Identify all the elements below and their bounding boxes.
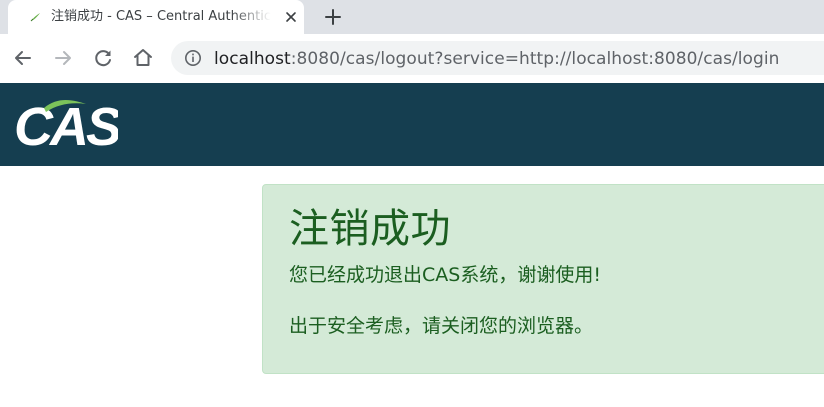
- browser-tab[interactable]: 注销成功 - CAS – Central Authentication Serv…: [8, 0, 304, 34]
- cas-leaf-icon: [30, 13, 40, 22]
- cas-logo: CAS: [14, 98, 118, 152]
- cas-logo-text: CAS: [14, 98, 118, 152]
- logout-success-notice: 注销成功 您已经成功退出CAS系统，谢谢使用! 出于安全考虑，请关闭您的浏览器。: [262, 184, 824, 374]
- page-content: 注销成功 您已经成功退出CAS系统，谢谢使用! 出于安全考虑，请关闭您的浏览器。: [0, 166, 824, 407]
- cas-header: CAS: [0, 83, 824, 166]
- notice-title: 注销成功: [289, 206, 451, 252]
- home-icon[interactable]: [131, 46, 155, 70]
- tab-title: 注销成功 - CAS – Central Authentication Serv…: [51, 9, 271, 24]
- address-bar[interactable]: localhost:8080/cas/logout?service=http:/…: [171, 41, 824, 75]
- notice-security-tip: 出于安全考虑，请关闭您的浏览器。: [289, 315, 594, 337]
- url-host: localhost: [214, 49, 291, 69]
- browser-toolbar: localhost:8080/cas/logout?service=http:/…: [0, 34, 824, 83]
- forward-arrow-icon[interactable]: [51, 46, 75, 70]
- plus-icon[interactable]: [321, 5, 345, 29]
- url-text[interactable]: localhost:8080/cas/logout?service=http:/…: [214, 49, 779, 69]
- back-arrow-icon[interactable]: [11, 46, 35, 70]
- reload-icon[interactable]: [91, 46, 115, 70]
- browser-tab-strip: 注销成功 - CAS – Central Authentication Serv…: [0, 0, 824, 34]
- notice-message: 您已经成功退出CAS系统，谢谢使用!: [289, 264, 601, 286]
- close-icon[interactable]: [282, 8, 300, 26]
- info-icon[interactable]: [184, 49, 202, 67]
- url-path: :8080/cas/logout?service=http://localhos…: [290, 49, 780, 69]
